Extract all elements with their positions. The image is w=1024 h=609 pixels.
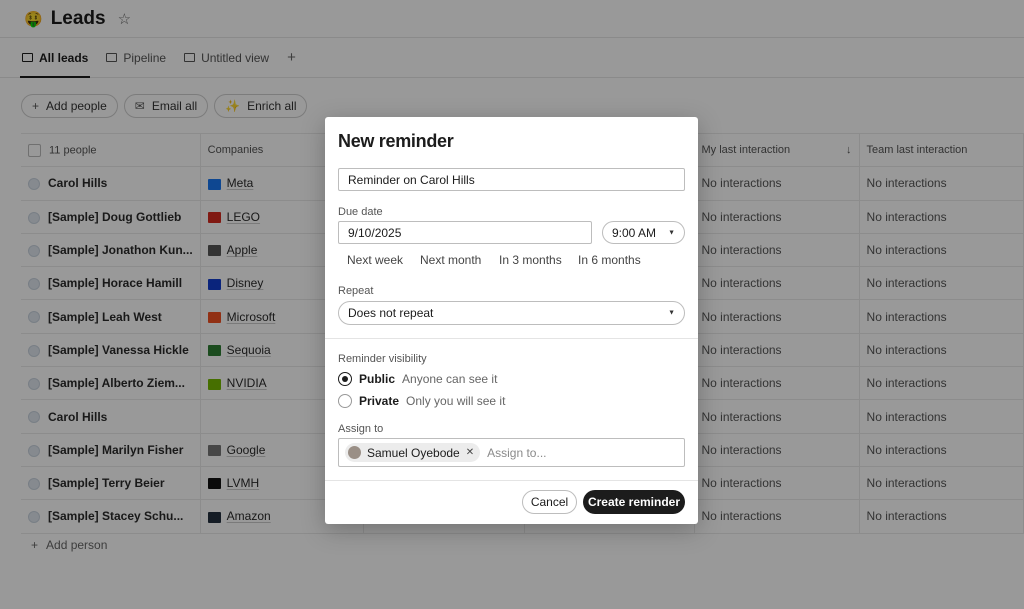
quick-date-next-month[interactable]: Next month — [420, 253, 481, 267]
visibility-private-option[interactable]: Private Only you will see it — [338, 394, 505, 408]
public-description: Anyone can see it — [402, 372, 498, 386]
assign-to-label: Assign to — [338, 423, 384, 435]
visibility-public-option[interactable]: Public Anyone can see it — [338, 372, 497, 386]
private-label: Private — [359, 394, 400, 408]
quick-date-next-week[interactable]: Next week — [347, 253, 403, 267]
reminder-text-input[interactable]: Reminder on Carol Hills — [338, 168, 685, 191]
cancel-button[interactable]: Cancel — [522, 490, 577, 514]
repeat-select[interactable]: Does not repeat ▼ — [338, 301, 685, 325]
create-reminder-button[interactable]: Create reminder — [583, 490, 685, 514]
time-value: 9:00 AM — [612, 225, 657, 240]
assignee-chip: Samuel Oyebode ✕ — [345, 443, 481, 462]
caret-down-icon: ▼ — [668, 309, 675, 317]
divider — [325, 338, 698, 339]
quick-date-6-months[interactable]: In 6 months — [578, 253, 641, 267]
due-date-value: 9/10/2025 — [348, 225, 402, 240]
visibility-label: Reminder visibility — [338, 353, 427, 365]
public-label: Public — [359, 372, 396, 386]
due-date-label: Due date — [338, 206, 383, 218]
remove-assignee-close-icon[interactable]: ✕ — [466, 447, 474, 458]
time-select[interactable]: 9:00 AM ▼ — [602, 221, 685, 244]
dialog-title: New reminder — [338, 131, 454, 151]
avatar — [348, 446, 361, 459]
assign-to-input[interactable]: Samuel Oyebode ✕ Assign to... — [338, 438, 685, 467]
private-description: Only you will see it — [406, 394, 506, 408]
assignee-name: Samuel Oyebode — [367, 445, 460, 460]
reminder-text-value: Reminder on Carol Hills — [348, 172, 475, 187]
public-radio[interactable] — [338, 372, 352, 386]
quick-date-3-months[interactable]: In 3 months — [499, 253, 562, 267]
due-date-input[interactable]: 9/10/2025 — [338, 221, 592, 244]
caret-down-icon: ▼ — [668, 229, 675, 236]
repeat-value: Does not repeat — [348, 306, 434, 320]
repeat-label: Repeat — [338, 285, 374, 297]
divider — [325, 480, 698, 481]
assign-placeholder: Assign to... — [487, 445, 547, 460]
private-radio[interactable] — [338, 394, 352, 408]
new-reminder-dialog: New reminder Reminder on Carol Hills Due… — [325, 117, 698, 524]
